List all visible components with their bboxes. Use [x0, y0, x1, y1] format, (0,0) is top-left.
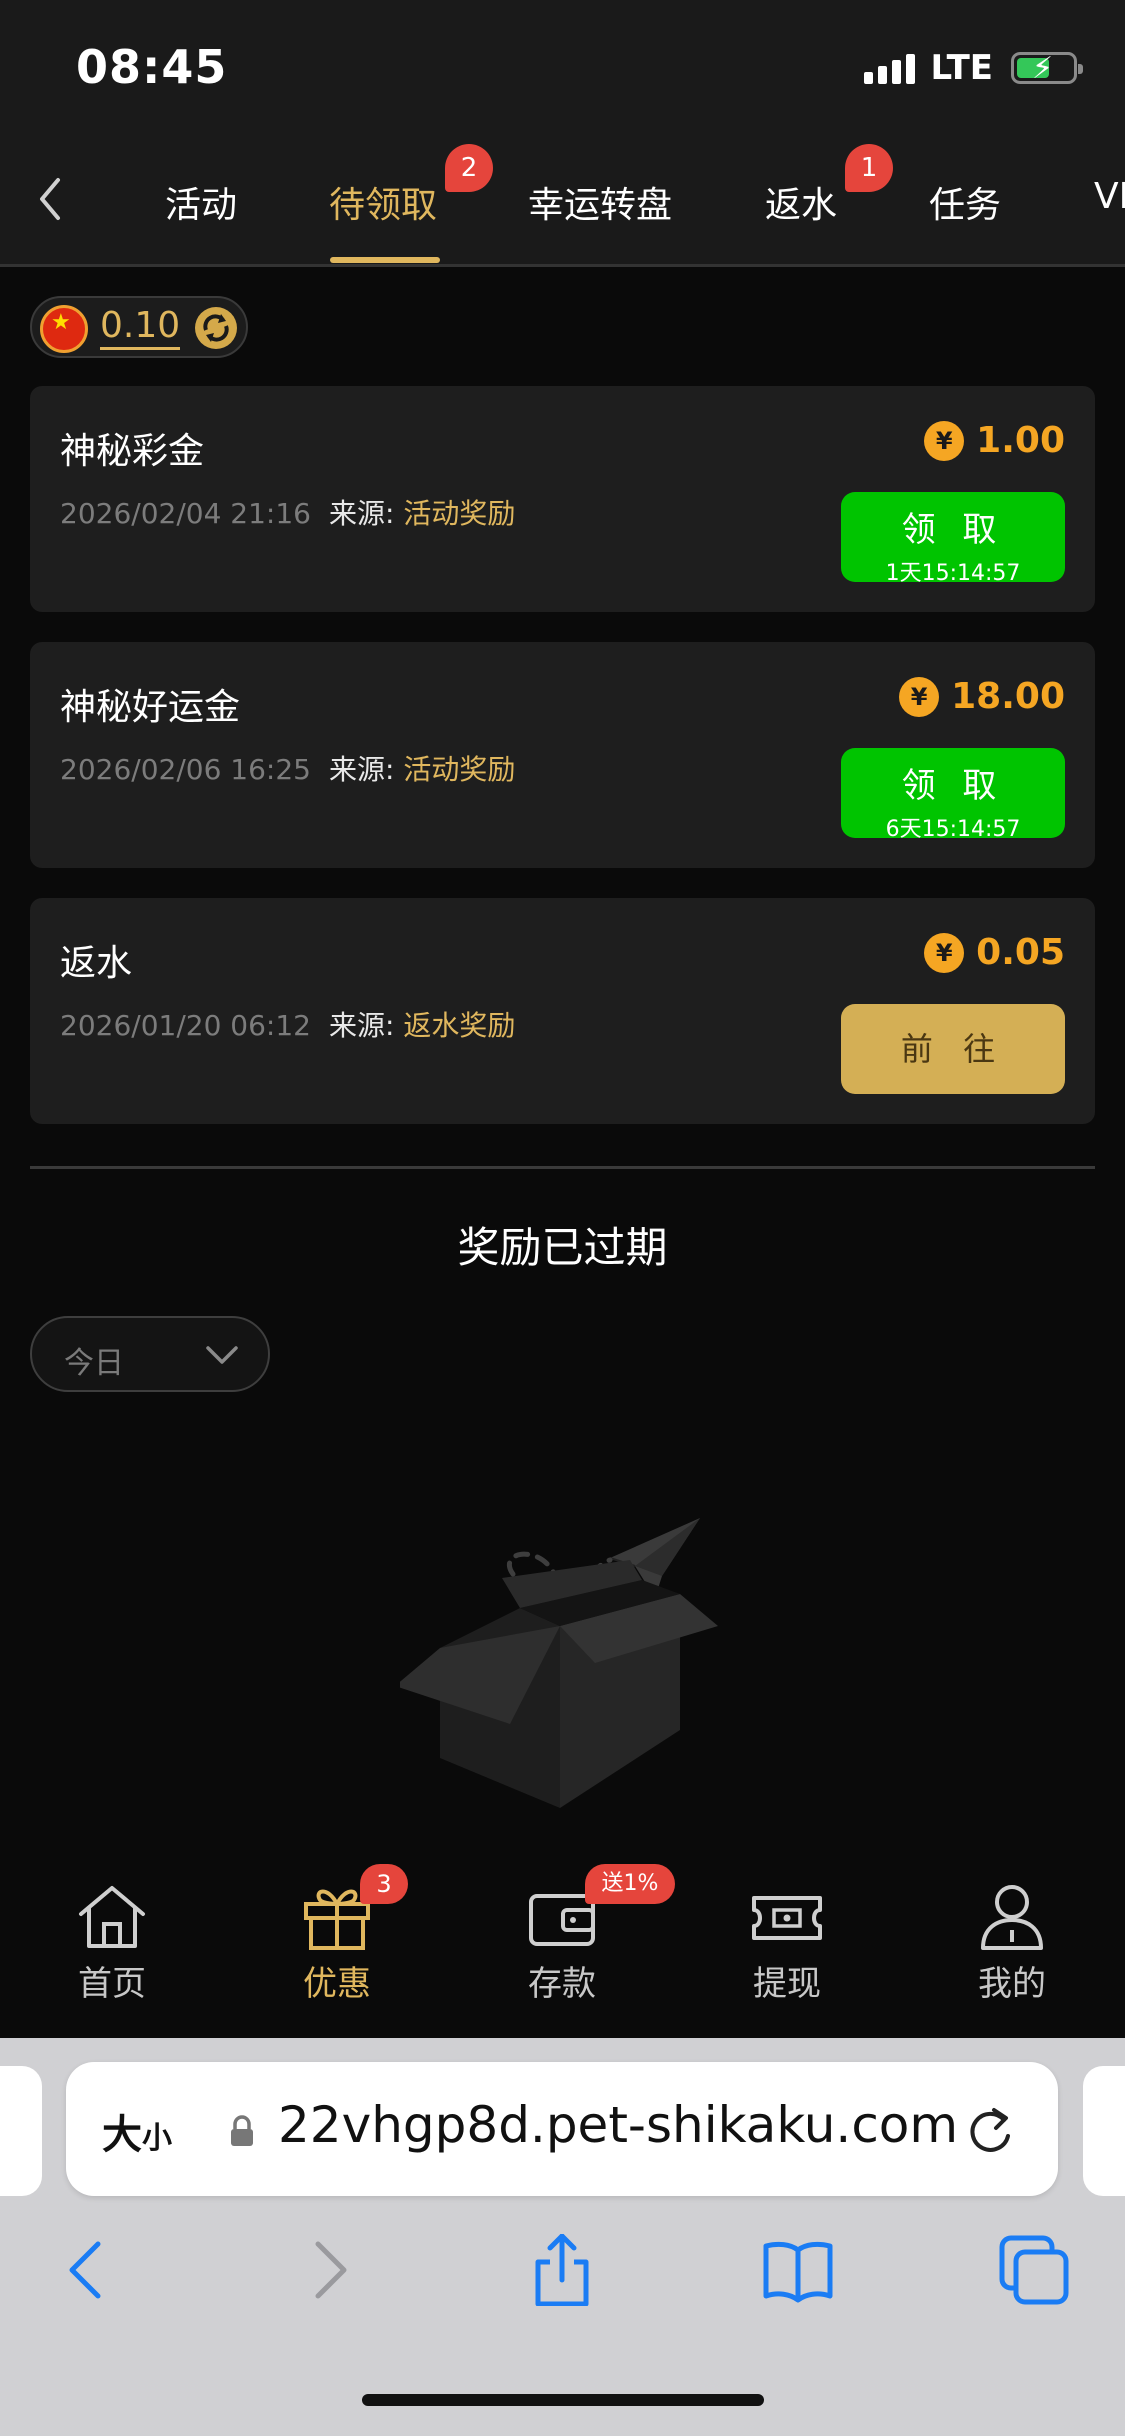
- tab-rebate[interactable]: 返水: [765, 176, 837, 228]
- refresh-icon[interactable]: [192, 304, 240, 352]
- claim-button[interactable]: 领 取 6天15:14:57: [841, 748, 1065, 842]
- claim-button-label: 领 取: [901, 510, 1005, 550]
- reward-card: 返水 2026/01/20 06:12 来源: 返水奖励 ¥ 0.05 前 往: [30, 898, 1095, 1124]
- address-bar[interactable]: 大小 22vhgp8d.pet-shikaku.com: [66, 2062, 1058, 2196]
- header: 08:45 LTE ⚡ 活动 待领取 2 幸运转盘 返水 1 任务 VI: [0, 0, 1125, 267]
- status-time: 08:45: [76, 40, 228, 94]
- balance-pill: ★ 0.10: [30, 296, 248, 358]
- claim-button-label: 领 取: [901, 766, 1005, 806]
- active-tab-indicator: [330, 257, 440, 263]
- nav-label: 优惠: [303, 1964, 371, 2004]
- next-tab-card[interactable]: [1083, 2066, 1125, 2196]
- china-flag-icon: ★: [40, 305, 88, 353]
- reward-card: 神秘彩金 2026/02/04 21:16 来源: 活动奖励 ¥ 1.00 领 取…: [30, 386, 1095, 612]
- text-size-large: 大: [102, 2112, 142, 2158]
- reward-amount-value: 1.00: [976, 420, 1065, 461]
- browser-chrome: 大小 22vhgp8d.pet-shikaku.com: [0, 2038, 1125, 2436]
- nav-badge: 送1%: [585, 1864, 675, 1904]
- nav-label: 存款: [528, 1964, 596, 2004]
- reward-amount-value: 18.00: [951, 676, 1065, 717]
- divider: [0, 264, 1125, 267]
- reward-date: 2026/02/06 16:25: [60, 753, 311, 786]
- reward-card: 神秘好运金 2026/02/06 16:25 来源: 活动奖励 ¥ 18.00 领…: [30, 642, 1095, 868]
- expired-section-title: 奖励已过期: [457, 1223, 668, 1272]
- claim-button[interactable]: 领 取 1天15:14:57: [841, 492, 1065, 586]
- source-label: 来源:: [328, 497, 395, 530]
- back-chevron-icon[interactable]: [34, 174, 64, 224]
- tab-tasks[interactable]: 任务: [929, 176, 1001, 228]
- tab-badge: 2: [445, 144, 493, 192]
- divider: [30, 1166, 1095, 1169]
- reward-title: 神秘彩金: [60, 431, 205, 472]
- tab-vip[interactable]: VI: [1094, 176, 1125, 217]
- nav-label: 提现: [753, 1964, 821, 2004]
- claim-countdown: 1天15:14:57: [885, 561, 1021, 586]
- lock-icon: [231, 2115, 253, 2146]
- claim-countdown: 6天15:14:57: [885, 817, 1021, 842]
- home-icon: [79, 1886, 145, 1948]
- tab-pending-claim[interactable]: 待领取: [329, 176, 437, 228]
- battery-icon: ⚡: [1011, 51, 1083, 86]
- source-label: 来源:: [328, 753, 395, 786]
- source-label: 来源:: [328, 1009, 395, 1042]
- empty-box-illustration: [400, 1518, 718, 1808]
- reward-amount: ¥ 1.00: [924, 420, 1065, 461]
- network-label: LTE: [930, 48, 993, 88]
- withdraw-icon: [752, 1896, 822, 1940]
- reward-date: 2026/02/04 21:16: [60, 497, 311, 530]
- share-icon[interactable]: [526, 2234, 598, 2306]
- signal-icon: [863, 52, 915, 84]
- category-tabs: 活动 待领取 2 幸运转盘 返水 1 任务 VI: [0, 140, 1125, 266]
- url-text: 22vhgp8d.pet-shikaku.com: [278, 2096, 959, 2154]
- chevron-down-icon: [206, 1346, 238, 1364]
- yen-icon: ¥: [924, 420, 965, 461]
- go-button[interactable]: 前 往: [841, 1004, 1065, 1094]
- nav-withdraw[interactable]: 提现: [712, 1880, 862, 2005]
- balance-amount: 0.10: [100, 306, 181, 350]
- reward-amount: ¥ 18.00: [899, 676, 1065, 717]
- nav-label: 我的: [978, 1964, 1046, 2004]
- yen-icon: ¥: [924, 932, 965, 973]
- tabs-icon[interactable]: [998, 2234, 1070, 2306]
- browser-forward-icon[interactable]: [292, 2234, 364, 2306]
- nav-badge: 3: [360, 1864, 408, 1904]
- browser-back-icon[interactable]: [52, 2234, 124, 2306]
- bottom-tab-bar: 首页 优惠 3 存款 送1% 提现 我的: [0, 1860, 1125, 2038]
- text-size-small: 小: [142, 2121, 172, 2156]
- home-indicator: [362, 2394, 764, 2406]
- reward-title: 神秘好运金: [60, 687, 241, 728]
- reward-amount-value: 0.05: [976, 932, 1065, 973]
- reward-meta: 2026/02/04 21:16 来源: 活动奖励: [60, 492, 515, 532]
- nav-label: 首页: [78, 1964, 146, 2004]
- tab-lucky-wheel[interactable]: 幸运转盘: [528, 176, 672, 228]
- reward-amount: ¥ 0.05: [924, 932, 1065, 973]
- nav-profile[interactable]: 我的: [937, 1880, 1087, 2005]
- reward-meta: 2026/01/20 06:12 来源: 返水奖励: [60, 1004, 515, 1044]
- reward-source: 返水奖励: [403, 1009, 516, 1042]
- date-filter-select[interactable]: 今日: [30, 1316, 270, 1392]
- text-size-button[interactable]: 大小: [102, 2102, 172, 2160]
- reward-title: 返水: [60, 943, 133, 984]
- tab-activities[interactable]: 活动: [165, 176, 237, 228]
- yen-icon: ¥: [899, 676, 940, 717]
- reload-icon[interactable]: [964, 2102, 1016, 2158]
- tab-badge: 1: [845, 144, 893, 192]
- previous-tab-card[interactable]: [0, 2066, 42, 2196]
- profile-icon: [981, 1885, 1043, 1950]
- reward-source: 活动奖励: [403, 753, 516, 786]
- reward-date: 2026/01/20 06:12: [60, 1009, 311, 1042]
- reward-source: 活动奖励: [403, 497, 516, 530]
- status-indicators: LTE ⚡: [863, 48, 1083, 88]
- reward-meta: 2026/02/06 16:25 来源: 活动奖励: [60, 748, 515, 788]
- nav-home[interactable]: 首页: [37, 1880, 187, 2005]
- date-filter-value: 今日: [64, 1346, 124, 1381]
- bookmarks-icon[interactable]: [762, 2234, 834, 2306]
